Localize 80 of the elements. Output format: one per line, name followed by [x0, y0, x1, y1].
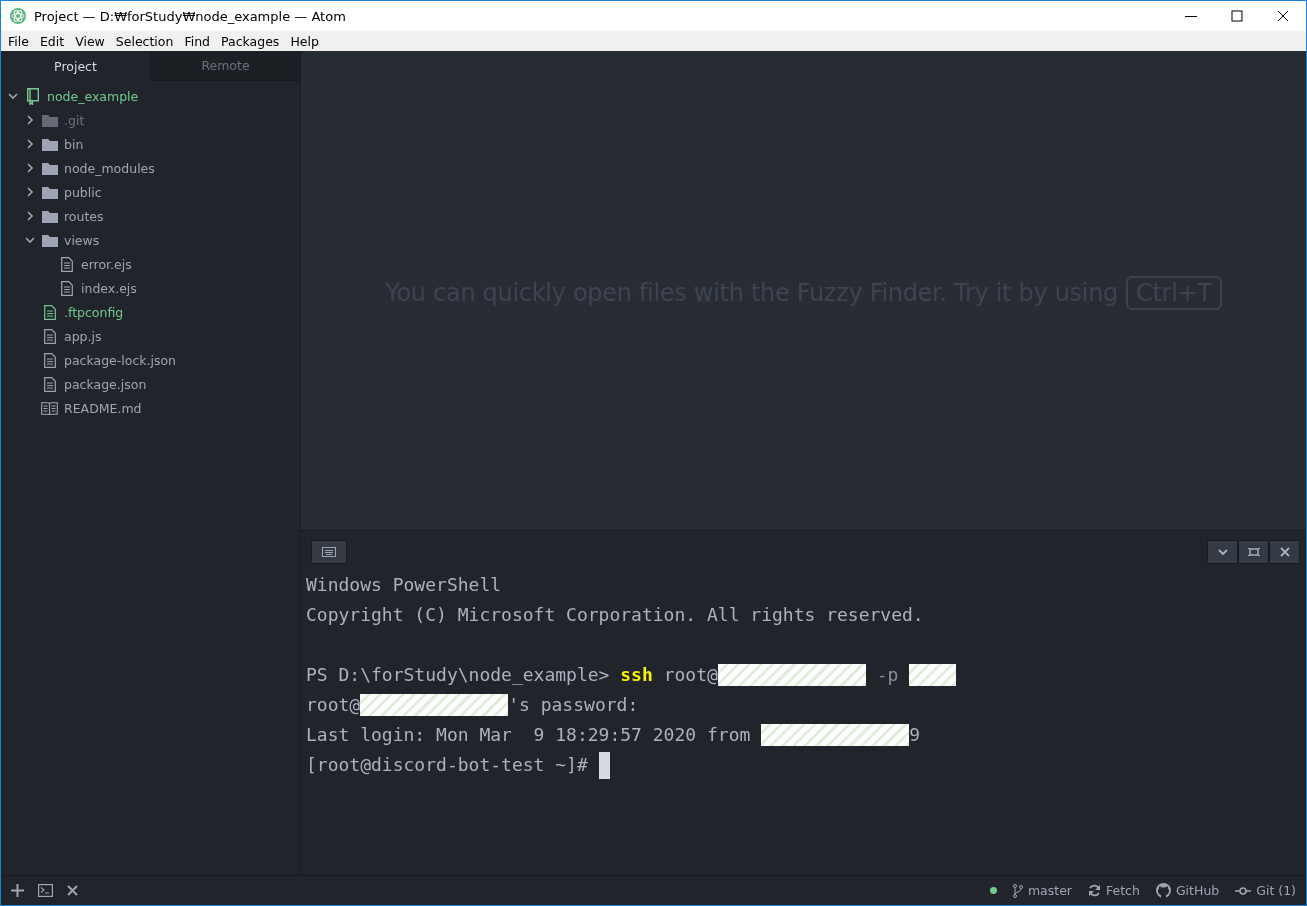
- maximize-icon: [1246, 547, 1261, 557]
- close-button[interactable]: [1269, 540, 1300, 564]
- folder-name[interactable]: .git: [64, 112, 85, 128]
- keyboard-button[interactable]: [311, 540, 347, 564]
- chevron-down-icon[interactable]: [8, 92, 18, 100]
- file-icon: [43, 304, 56, 320]
- file-name[interactable]: package-lock.json: [64, 352, 177, 368]
- git-icon: [1235, 885, 1252, 896]
- github-button[interactable]: GitHub: [1155, 883, 1220, 898]
- menu-item[interactable]: File: [2, 33, 34, 49]
- close-icon: [1277, 10, 1289, 22]
- status-dot-icon: [989, 887, 997, 894]
- option-text: -p: [875, 663, 900, 687]
- branch-icon: [1012, 883, 1023, 898]
- window-title: Project — D:₩forStudy₩node_example — Atom: [34, 8, 346, 24]
- branch-button[interactable]: master: [1012, 883, 1072, 898]
- file-name[interactable]: error.ejs: [81, 256, 132, 272]
- terminal-text: PS D:\forStudy\node_example>: [306, 663, 611, 687]
- folder-icon: [41, 185, 58, 199]
- file-icon: [60, 256, 73, 272]
- terminal-text: Last login: Mon Mar 9 18:29:57 2020 from: [306, 723, 752, 747]
- folder-icon: [41, 113, 58, 127]
- maximize-button[interactable]: [1238, 540, 1269, 564]
- folder-icon: [41, 137, 58, 151]
- maximize-icon: [1231, 10, 1243, 22]
- file-icon: [43, 328, 56, 344]
- folder-name[interactable]: public: [64, 184, 102, 200]
- menu-item[interactable]: Find: [178, 33, 216, 49]
- file-name[interactable]: index.ejs: [81, 280, 137, 296]
- book-icon: [26, 87, 39, 105]
- atom-logo-icon: [10, 8, 26, 24]
- command-text: ssh: [620, 663, 653, 687]
- chevron-down-icon[interactable]: [25, 236, 35, 244]
- file-name[interactable]: .ftpconfig: [64, 304, 124, 320]
- folder-name[interactable]: node_modules: [64, 160, 155, 176]
- menu-item[interactable]: Selection: [109, 33, 179, 49]
- folder-icon: [41, 209, 58, 223]
- folder-name[interactable]: bin: [64, 136, 84, 152]
- terminal-text: 9: [909, 723, 920, 747]
- folder-icon: [41, 233, 58, 247]
- terminal-cursor: [598, 751, 610, 779]
- panel-tab[interactable]: Remote: [150, 51, 300, 81]
- folder-icon: [41, 161, 58, 175]
- fetch-button[interactable]: Fetch: [1088, 883, 1140, 898]
- file-icon: [43, 376, 56, 392]
- chevron-right-icon[interactable]: [26, 211, 34, 221]
- terminal-icon[interactable]: [38, 884, 53, 897]
- menu-item[interactable]: Packages: [215, 33, 285, 49]
- book-open-icon: [41, 401, 58, 415]
- file-icon: [43, 352, 56, 368]
- folder-name[interactable]: views: [64, 232, 100, 248]
- close-icon: [1277, 547, 1292, 557]
- terminal-text: Copyright (C) Microsoft Corporation. All rights reserved.: [306, 603, 924, 627]
- collapse-button[interactable]: [1207, 540, 1238, 564]
- terminal-text: Windows PowerShell: [306, 573, 502, 597]
- menu-item[interactable]: Edit: [33, 33, 70, 49]
- chevron-right-icon[interactable]: [26, 187, 34, 197]
- fetch-icon: [1088, 884, 1101, 897]
- git-button[interactable]: Git (1): [1235, 883, 1296, 898]
- close-icon[interactable]: [67, 885, 78, 896]
- chevron-right-icon[interactable]: [26, 115, 34, 125]
- terminal-text: root@: [662, 663, 718, 687]
- file-name[interactable]: README.md: [64, 400, 142, 416]
- terminal-text: root@: [306, 693, 361, 717]
- folder-name[interactable]: node_example: [47, 88, 139, 104]
- terminal-text: 's password:: [508, 693, 639, 717]
- file-icon: [60, 280, 73, 296]
- file-name[interactable]: app.js: [64, 328, 102, 344]
- redaction-block: [909, 664, 957, 686]
- menu-item[interactable]: View: [69, 33, 110, 49]
- keyboard-icon: [322, 547, 336, 557]
- folder-name[interactable]: routes: [64, 208, 104, 224]
- github-icon: [1155, 883, 1171, 898]
- chevron-right-icon[interactable]: [26, 163, 34, 173]
- file-name[interactable]: package.json: [64, 376, 147, 392]
- add-icon[interactable]: [11, 884, 24, 897]
- collapse-icon: [1215, 547, 1230, 557]
- chevron-right-icon[interactable]: [26, 139, 34, 149]
- menu-item[interactable]: Help: [284, 33, 324, 49]
- terminal-text: [root@discord-bot-test ~]#: [306, 753, 589, 777]
